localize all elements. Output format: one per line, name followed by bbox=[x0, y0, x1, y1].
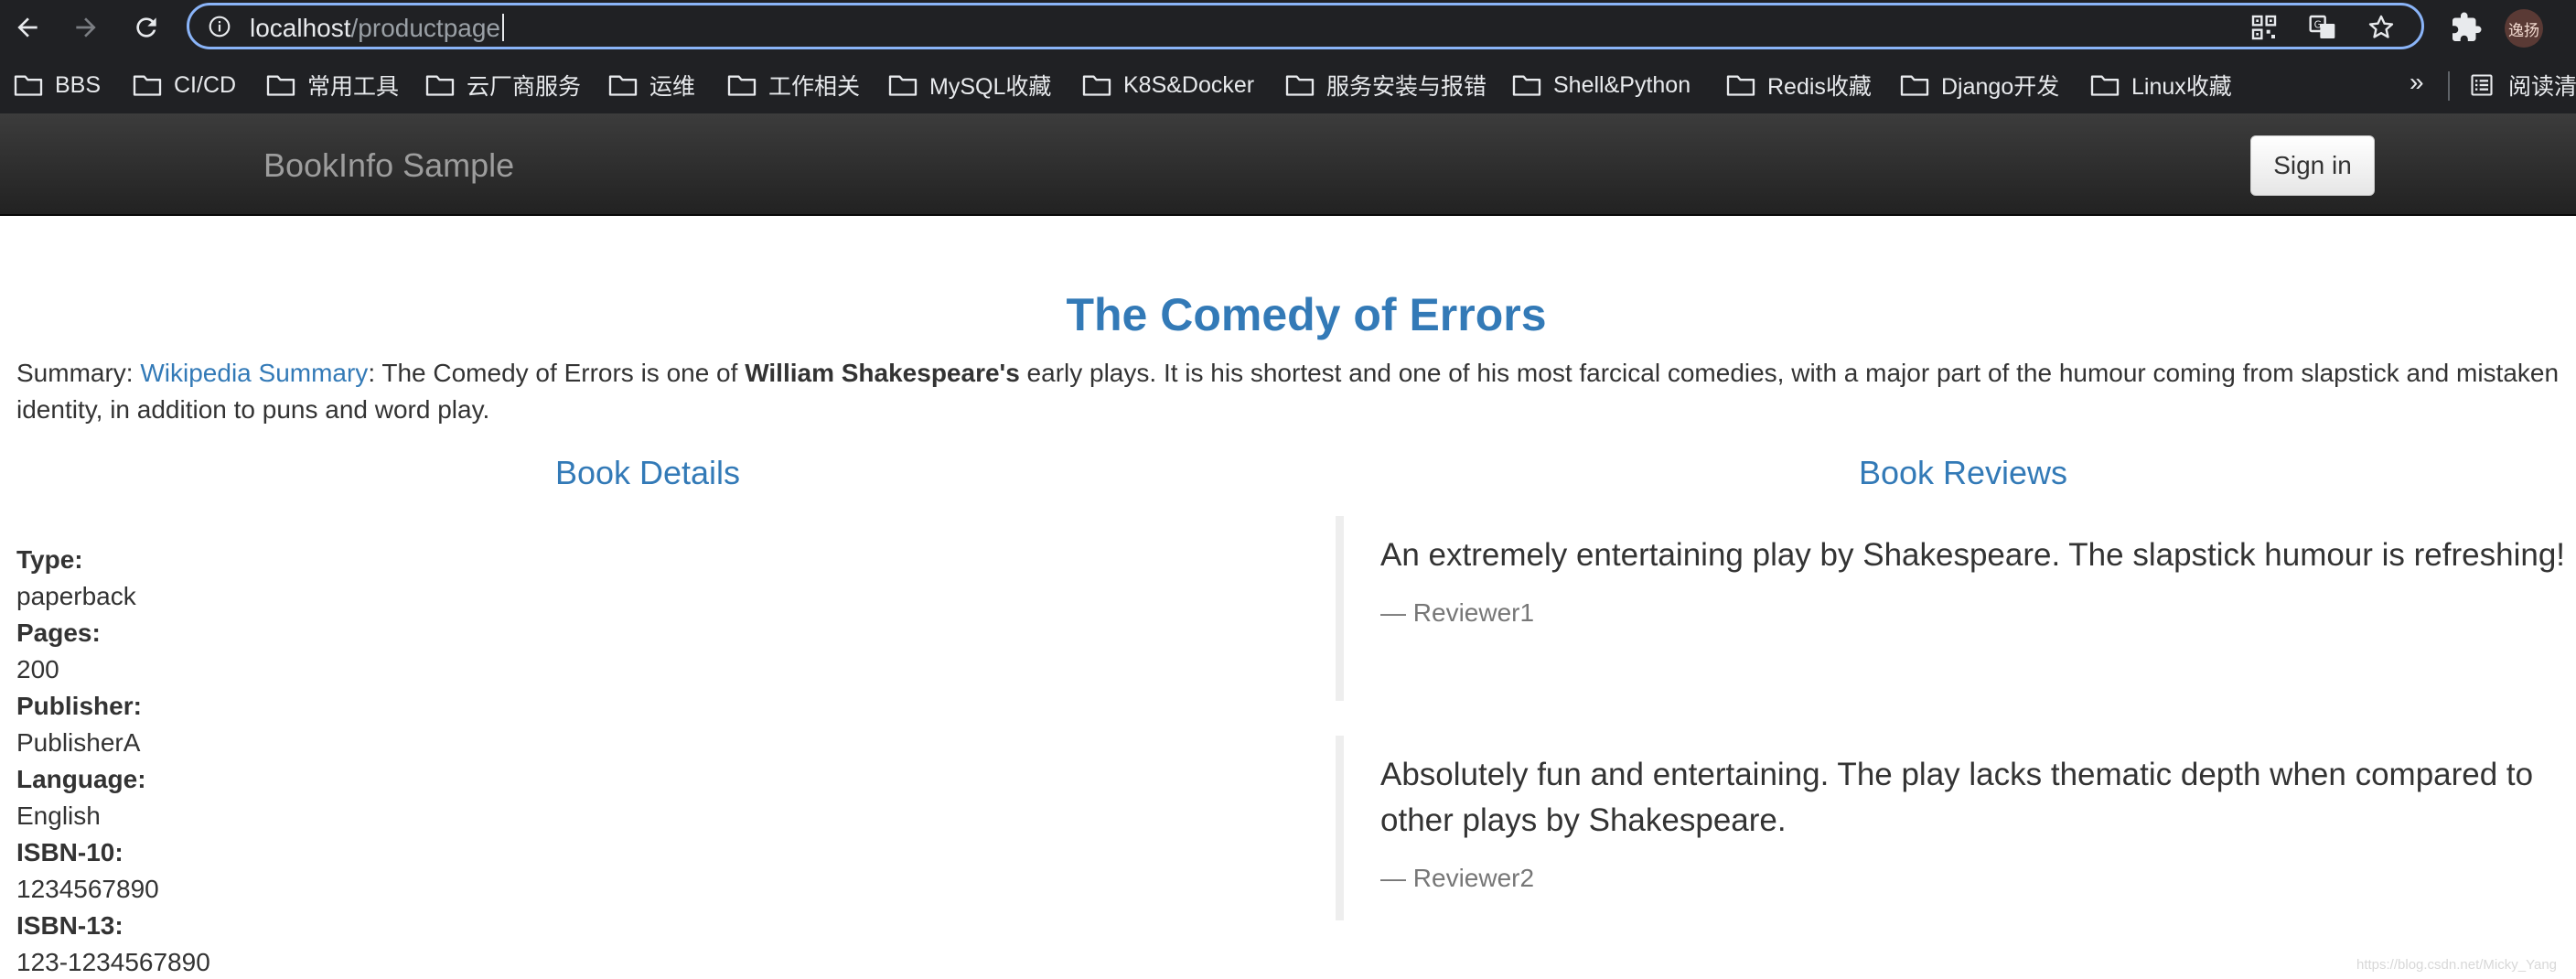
folder-icon bbox=[2090, 75, 2120, 96]
book-details-heading: Book Details bbox=[554, 454, 741, 491]
bookmark-folder[interactable]: K8S&Docker bbox=[1081, 64, 1254, 106]
detail-value: paperback bbox=[16, 582, 136, 610]
reload-icon bbox=[136, 17, 156, 38]
star-icon[interactable] bbox=[2367, 13, 2396, 42]
watermark: https://blog.csdn.net/Micky_Yang bbox=[2356, 957, 2558, 973]
review-card: Absolutely fun and entertaining. The pla… bbox=[1336, 736, 2576, 920]
bookmark-label: 云厂商服务 bbox=[467, 74, 582, 100]
folder-icon bbox=[425, 75, 455, 96]
reload-button[interactable] bbox=[126, 7, 166, 48]
qr-code-icon[interactable] bbox=[2249, 13, 2279, 42]
info-icon[interactable] bbox=[208, 15, 231, 38]
arrow-left-icon bbox=[17, 17, 38, 38]
profile-avatar[interactable]: 逸扬 bbox=[2505, 9, 2543, 48]
forward-button[interactable] bbox=[66, 7, 106, 48]
bookmark-label: BBS bbox=[55, 71, 102, 98]
bookmark-label: Redis收藏 bbox=[1767, 74, 1872, 100]
reading-list-label: 阅读清 bbox=[2508, 74, 2576, 100]
bookmark-folder[interactable]: 云厂商服务 bbox=[424, 64, 581, 106]
translate-icon[interactable]: G bbox=[2308, 13, 2337, 42]
bookmark-folder[interactable]: 运维 bbox=[607, 64, 695, 106]
bookmarks-bar: BBS CI/CD 常用工具 云厂商服务 运维 工作相关 MySQL收藏 K8S… bbox=[0, 64, 2576, 106]
book-details-list: Type: paperback Pages: 200 Publisher: Pu… bbox=[16, 542, 210, 979]
text-caret bbox=[501, 14, 504, 41]
browser-toolbar: localhost/productpage G 逸扬 bbox=[0, 0, 2576, 57]
bookmark-label: Linux收藏 bbox=[2131, 74, 2232, 100]
reviewer-name: — Reviewer1 bbox=[1380, 598, 1535, 627]
folder-icon bbox=[888, 75, 918, 96]
sign-in-button[interactable]: Sign in bbox=[2250, 135, 2375, 196]
folder-icon bbox=[608, 75, 638, 96]
extensions-icon[interactable] bbox=[2450, 11, 2483, 44]
reading-list-icon bbox=[2471, 74, 2493, 96]
bookmark-label: 运维 bbox=[649, 74, 696, 100]
brand-link[interactable]: BookInfo Sample bbox=[263, 146, 514, 185]
bookmark-folder[interactable]: 常用工具 bbox=[265, 64, 399, 106]
arrow-right-icon bbox=[76, 17, 96, 38]
more-bookmarks-button[interactable]: » bbox=[2410, 68, 2424, 97]
folder-icon bbox=[14, 75, 43, 96]
detail-value: English bbox=[16, 801, 101, 830]
reviewer-name: — Reviewer2 bbox=[1380, 864, 1535, 892]
folder-icon bbox=[1512, 75, 1541, 96]
bookmark-folder[interactable]: Linux收藏 bbox=[2089, 64, 2232, 106]
detail-value: 200 bbox=[16, 655, 59, 683]
detail-label: Publisher: bbox=[16, 692, 142, 720]
browser-chrome: localhost/productpage G 逸扬 BBS CI/CD 常用工… bbox=[0, 0, 2576, 113]
folder-icon bbox=[266, 75, 295, 96]
detail-value: PublisherA bbox=[16, 728, 141, 757]
site-navbar: BookInfo Sample Sign in bbox=[0, 113, 2576, 216]
bookmark-label: Shell&Python bbox=[1553, 71, 1691, 98]
folder-icon bbox=[1726, 75, 1755, 96]
bookmark-folder[interactable]: MySQL收藏 bbox=[887, 64, 1051, 106]
bookmark-label: 常用工具 bbox=[307, 74, 400, 100]
bookmark-label: Django开发 bbox=[1941, 74, 2060, 100]
svg-text:G: G bbox=[2314, 19, 2322, 31]
bookmark-label: K8S&Docker bbox=[1123, 71, 1255, 98]
url-host: localhost bbox=[250, 14, 351, 42]
summary-prefix: Summary: bbox=[16, 359, 141, 387]
folder-icon bbox=[1285, 75, 1315, 96]
bookmark-folder[interactable]: 服务安装与报错 bbox=[1284, 64, 1487, 106]
detail-value: 123-1234567890 bbox=[16, 948, 210, 976]
detail-value: 1234567890 bbox=[16, 875, 159, 903]
folder-icon bbox=[1900, 75, 1929, 96]
url-path: /productpage bbox=[350, 14, 500, 42]
review-card: An extremely entertaining play by Shakes… bbox=[1336, 516, 2576, 701]
folder-icon bbox=[1082, 75, 1111, 96]
review-text: Absolutely fun and entertaining. The pla… bbox=[1380, 757, 2534, 838]
bookmark-label: 服务安装与报错 bbox=[1326, 74, 1487, 100]
bookmark-folder[interactable]: Django开发 bbox=[1899, 64, 2059, 106]
detail-label: Language: bbox=[16, 765, 146, 793]
folder-icon bbox=[727, 75, 757, 96]
bookmark-label: 工作相关 bbox=[768, 74, 861, 100]
bookmark-folder[interactable]: 工作相关 bbox=[726, 64, 860, 106]
book-reviews-heading: Book Reviews bbox=[1858, 454, 2068, 491]
bookmark-folder[interactable]: Shell&Python bbox=[1511, 64, 1690, 106]
review-text: An extremely entertaining play by Shakes… bbox=[1380, 537, 2566, 573]
product-title: The Comedy of Errors bbox=[1066, 289, 1547, 340]
bookmark-folder[interactable]: BBS bbox=[13, 64, 101, 106]
product-summary: Summary: Wikipedia Summary: The Comedy o… bbox=[16, 355, 2576, 428]
bookmark-folder[interactable]: CI/CD bbox=[132, 64, 236, 106]
wikipedia-summary-link[interactable]: Wikipedia Summary bbox=[140, 359, 368, 387]
summary-text: : The Comedy of Errors is one of bbox=[368, 359, 746, 387]
bookmark-folder[interactable]: Redis收藏 bbox=[1725, 64, 1872, 106]
page-content: BookInfo Sample Sign in The Comedy of Er… bbox=[0, 113, 2576, 979]
reading-list-button[interactable]: 阅读清 bbox=[2468, 64, 2576, 106]
address-bar[interactable]: localhost/productpage G bbox=[187, 3, 2424, 49]
folder-icon bbox=[133, 75, 162, 96]
bookmarks-divider bbox=[2448, 71, 2450, 101]
back-button[interactable] bbox=[7, 7, 48, 48]
url-text[interactable]: localhost/productpage bbox=[250, 14, 504, 42]
bookmark-label: MySQL收藏 bbox=[929, 74, 1052, 100]
detail-label: ISBN-10: bbox=[16, 838, 123, 866]
summary-author: William Shakespeare's bbox=[745, 359, 1020, 387]
detail-label: Pages: bbox=[16, 619, 101, 647]
bookmark-label: CI/CD bbox=[174, 71, 237, 98]
detail-label: ISBN-13: bbox=[16, 911, 123, 940]
detail-label: Type: bbox=[16, 545, 83, 574]
